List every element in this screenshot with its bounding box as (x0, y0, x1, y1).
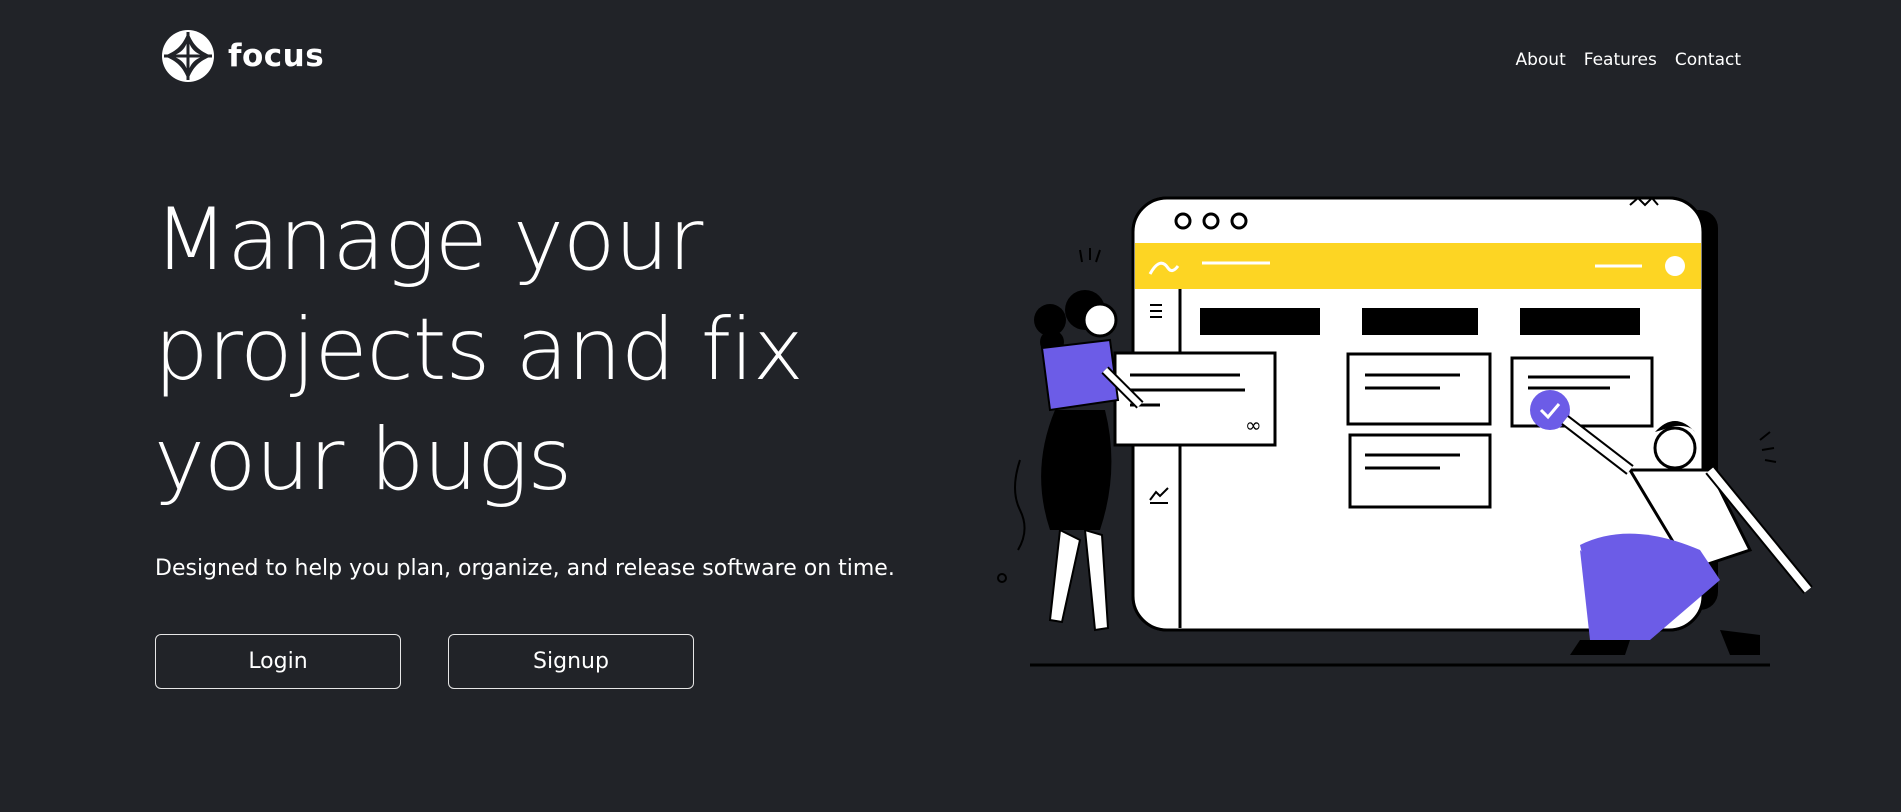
site-header: focus About Features Contact (0, 0, 1901, 120)
nav-about-link[interactable]: About (1515, 50, 1565, 70)
svg-text:∞: ∞ (1245, 413, 1262, 437)
kanban-board-illustration: ∞ (997, 196, 1813, 667)
focus-logo-icon (162, 30, 214, 82)
brand-logo-link[interactable]: focus (162, 30, 324, 82)
main-nav: About Features Contact (1515, 50, 1741, 70)
hero-illustration: ∞ (990, 170, 1830, 670)
nav-contact-link[interactable]: Contact (1675, 50, 1741, 70)
hero-subtitle: Designed to help you plan, organize, and… (155, 556, 895, 581)
nav-features-link[interactable]: Features (1584, 50, 1657, 70)
signup-button[interactable]: Signup (448, 634, 694, 689)
login-button[interactable]: Login (155, 634, 401, 689)
hero-title: Manage your projects and fix your bugs (154, 190, 804, 510)
brand-name: focus (228, 38, 325, 74)
